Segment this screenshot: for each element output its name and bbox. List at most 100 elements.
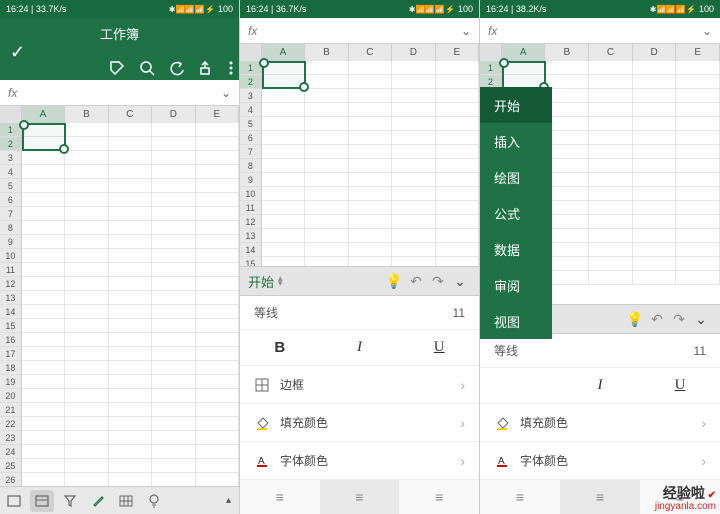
formula-bar[interactable]: fx ⌄: [240, 18, 479, 44]
cell[interactable]: [392, 229, 435, 243]
cell[interactable]: [262, 173, 305, 187]
cell[interactable]: [633, 271, 677, 285]
col-header[interactable]: E: [196, 106, 239, 123]
cell[interactable]: [196, 193, 239, 207]
cell[interactable]: [196, 165, 239, 179]
cell[interactable]: [109, 221, 152, 235]
cell[interactable]: [22, 151, 65, 165]
cell[interactable]: [436, 159, 479, 173]
align-left-button[interactable]: ≡: [240, 480, 320, 514]
cell[interactable]: [633, 103, 677, 117]
cell[interactable]: [676, 257, 720, 271]
cell[interactable]: [349, 187, 392, 201]
row-header[interactable]: 26: [0, 473, 22, 486]
confirm-icon[interactable]: ✓: [10, 42, 25, 63]
cell[interactable]: [109, 249, 152, 263]
cell[interactable]: [65, 235, 108, 249]
align-left-button[interactable]: ≡: [480, 480, 560, 514]
cell[interactable]: [305, 131, 348, 145]
cell[interactable]: [545, 159, 589, 173]
row-header[interactable]: 8: [240, 159, 262, 173]
row-header[interactable]: 12: [240, 215, 262, 229]
cell[interactable]: [109, 333, 152, 347]
cell[interactable]: [65, 277, 108, 291]
bulb-icon[interactable]: [142, 490, 166, 512]
cell[interactable]: [349, 131, 392, 145]
cell[interactable]: [152, 193, 195, 207]
format-painter-icon[interactable]: [109, 60, 125, 76]
cell[interactable]: [109, 361, 152, 375]
cell[interactable]: [65, 207, 108, 221]
cell[interactable]: [22, 193, 65, 207]
cell[interactable]: [392, 131, 435, 145]
row-header[interactable]: 7: [240, 145, 262, 159]
cell[interactable]: [589, 75, 633, 89]
row-header[interactable]: 1: [480, 61, 502, 75]
cell[interactable]: [109, 193, 152, 207]
cell[interactable]: [196, 235, 239, 249]
cell[interactable]: [22, 221, 65, 235]
cell[interactable]: [22, 263, 65, 277]
cell[interactable]: [109, 459, 152, 473]
cell[interactable]: [22, 417, 65, 431]
cell[interactable]: [196, 333, 239, 347]
cell[interactable]: [676, 61, 720, 75]
cell[interactable]: [152, 389, 195, 403]
bold-button[interactable]: B: [240, 330, 320, 365]
cell[interactable]: [589, 257, 633, 271]
cell[interactable]: [152, 179, 195, 193]
cell[interactable]: [196, 473, 239, 486]
menu-item[interactable]: 绘图: [480, 159, 552, 195]
cell[interactable]: [392, 243, 435, 257]
cell[interactable]: [65, 417, 108, 431]
cell[interactable]: [152, 319, 195, 333]
cell[interactable]: [22, 291, 65, 305]
font-color-option[interactable]: A 字体颜色 ›: [240, 442, 479, 480]
cell[interactable]: [262, 201, 305, 215]
cell[interactable]: [109, 151, 152, 165]
formula-bar[interactable]: fx ⌄: [0, 80, 239, 106]
cell[interactable]: [109, 207, 152, 221]
cell[interactable]: [436, 243, 479, 257]
cell[interactable]: [349, 229, 392, 243]
cell[interactable]: [262, 131, 305, 145]
cell[interactable]: [633, 187, 677, 201]
font-row[interactable]: 等线 11: [480, 334, 720, 368]
search-icon[interactable]: [139, 60, 155, 76]
cell[interactable]: [152, 473, 195, 486]
cell[interactable]: [589, 103, 633, 117]
bulb-icon[interactable]: 💡: [624, 311, 646, 328]
cell[interactable]: [589, 215, 633, 229]
col-header[interactable]: C: [589, 44, 633, 61]
row-header[interactable]: 10: [240, 187, 262, 201]
cell[interactable]: [262, 145, 305, 159]
cell[interactable]: [22, 347, 65, 361]
cell[interactable]: [152, 123, 195, 137]
cell[interactable]: [392, 187, 435, 201]
cell[interactable]: [196, 249, 239, 263]
cell[interactable]: [392, 145, 435, 159]
row-header[interactable]: 14: [240, 243, 262, 257]
cell[interactable]: [152, 347, 195, 361]
cell[interactable]: [676, 131, 720, 145]
row-header[interactable]: 11: [240, 201, 262, 215]
cell[interactable]: [305, 89, 348, 103]
cell[interactable]: [633, 159, 677, 173]
cell[interactable]: [392, 257, 435, 266]
font-row[interactable]: 等线 11: [240, 296, 479, 330]
cell[interactable]: [109, 347, 152, 361]
cell[interactable]: [676, 173, 720, 187]
cell[interactable]: [196, 207, 239, 221]
menu-item[interactable]: 数据: [480, 231, 552, 267]
cell[interactable]: [436, 145, 479, 159]
cell[interactable]: [633, 229, 677, 243]
cell[interactable]: [196, 417, 239, 431]
cell[interactable]: [109, 235, 152, 249]
row-header[interactable]: 1: [0, 123, 22, 137]
row-header[interactable]: 15: [240, 257, 262, 266]
row-header[interactable]: 3: [240, 89, 262, 103]
row-header[interactable]: 16: [0, 333, 22, 347]
cell[interactable]: [109, 403, 152, 417]
cell[interactable]: [545, 215, 589, 229]
cell[interactable]: [152, 151, 195, 165]
